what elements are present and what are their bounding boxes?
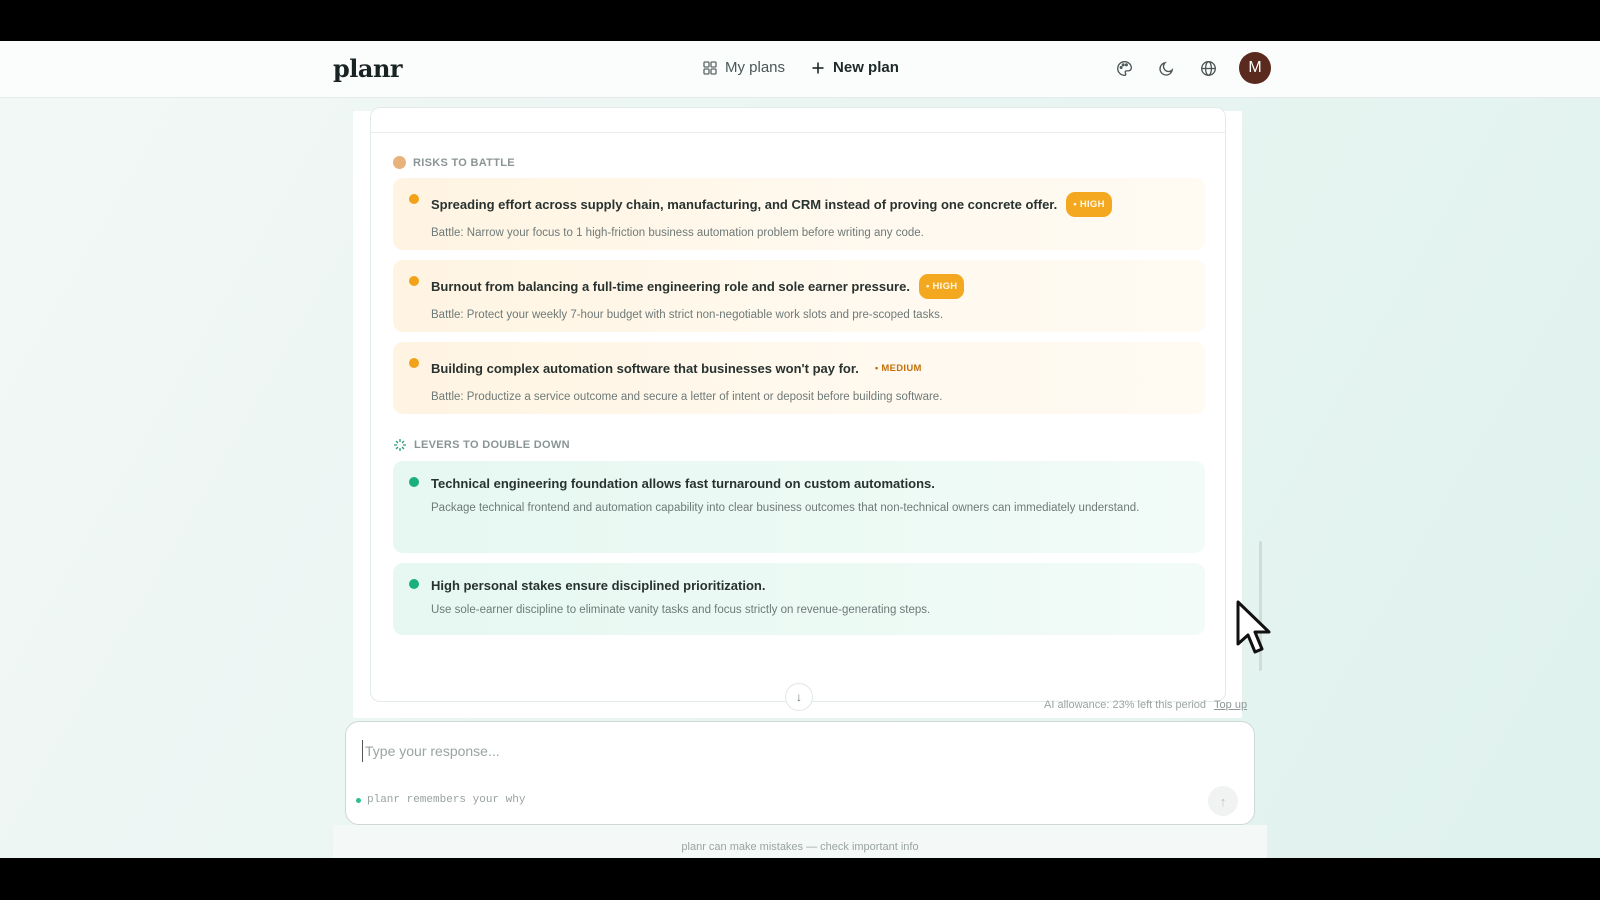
risk-section-icon — [393, 156, 406, 169]
allowance-text: AI allowance: 23% left this period — [1044, 699, 1207, 711]
levers-section-label: LEVERS TO DOUBLE DOWN — [393, 438, 570, 452]
composer-note-text: planr remembers your why — [367, 794, 526, 806]
risk-title-row: Building complex automation software tha… — [431, 356, 1189, 381]
scroll-down-button[interactable]: ↓ — [785, 683, 813, 711]
severity-badge: • HIGH — [1066, 192, 1112, 217]
top-up-link[interactable]: Top up — [1214, 699, 1247, 711]
risk-item: Building complex automation software tha… — [393, 342, 1205, 414]
app-window: planr My plans New plan M RISKS TO BATTL… — [0, 41, 1600, 858]
header-actions: M — [1111, 52, 1271, 84]
plus-icon — [812, 62, 824, 73]
theme-palette-button[interactable] — [1111, 55, 1137, 81]
risk-item: Spreading effort across supply chain, ma… — [393, 178, 1205, 250]
risk-desc: Battle: Protect your weekly 7-hour budge… — [431, 309, 944, 321]
moon-icon — [1158, 61, 1173, 76]
app-logo[interactable]: planr — [333, 54, 403, 83]
plan-card: RISKS TO BATTLE Spreading effort across … — [370, 107, 1226, 711]
lever-bullet — [409, 579, 419, 589]
arrow-down-icon: ↓ — [796, 690, 802, 704]
lever-title-row: Technical engineering foundation allows … — [431, 475, 1189, 492]
globe-icon — [1200, 60, 1216, 76]
lever-bullet — [409, 477, 419, 487]
ai-allowance: AI allowance: 23% left this period Top up — [1044, 699, 1247, 711]
risk-title: Building complex automation software tha… — [431, 361, 859, 376]
grid-icon — [703, 60, 717, 75]
arrow-up-icon: ↑ — [1219, 793, 1227, 809]
risks-label-text: RISKS TO BATTLE — [413, 156, 515, 169]
severity-badge: • MEDIUM — [874, 363, 922, 374]
language-button[interactable] — [1195, 55, 1221, 81]
lever-desc: Use sole-earner discipline to eliminate … — [431, 604, 931, 616]
lever-item: High personal stakes ensure disciplined … — [393, 563, 1205, 635]
divider — [371, 132, 1225, 133]
dark-mode-button[interactable] — [1153, 55, 1179, 81]
lever-item: Technical engineering foundation allows … — [393, 461, 1205, 553]
lever-title-row: High personal stakes ensure disciplined … — [431, 577, 1189, 594]
composer-note: planr remembers your why — [356, 794, 525, 806]
risk-bullet — [409, 276, 419, 286]
send-button[interactable]: ↑ — [1208, 786, 1238, 816]
risk-bullet — [409, 194, 419, 204]
risk-title-row: Burnout from balancing a full-time engin… — [431, 274, 1189, 299]
lever-title: Technical engineering foundation allows … — [431, 476, 935, 491]
response-input[interactable] — [362, 740, 1182, 762]
risk-title: Spreading effort across supply chain, ma… — [431, 197, 1058, 212]
lever-desc: Package technical frontend and automatio… — [431, 502, 1140, 514]
nav-my-plans-label: My plans — [725, 59, 786, 76]
risk-title: Burnout from balancing a full-time engin… — [431, 279, 910, 294]
composer: planr remembers your why ↑ — [345, 721, 1255, 825]
risks-section-label: RISKS TO BATTLE — [393, 156, 515, 169]
levers-label-text: LEVERS TO DOUBLE DOWN — [414, 439, 570, 451]
mouse-cursor-icon — [1236, 600, 1271, 654]
nav-new-plan-label: New plan — [833, 59, 899, 76]
palette-icon — [1116, 60, 1132, 76]
main-nav: My plans New plan — [703, 59, 899, 76]
severity-badge: • HIGH — [918, 274, 965, 299]
sparkle-icon — [394, 439, 406, 451]
lever-title: High personal stakes ensure disciplined … — [431, 578, 766, 593]
status-dot — [356, 797, 361, 803]
nav-my-plans[interactable]: My plans — [703, 59, 785, 76]
user-avatar[interactable]: M — [1239, 52, 1271, 84]
risk-bullet — [409, 358, 419, 368]
risk-desc: Battle: Narrow your focus to 1 high-fric… — [431, 227, 924, 239]
disclaimer: planr can make mistakes — check importan… — [681, 841, 919, 853]
risk-desc: Battle: Productize a service outcome and… — [431, 391, 943, 403]
risk-item: Burnout from balancing a full-time engin… — [393, 260, 1205, 332]
top-header: planr My plans New plan M — [0, 41, 1600, 98]
risk-title-row: Spreading effort across supply chain, ma… — [431, 192, 1189, 217]
nav-new-plan[interactable]: New plan — [811, 59, 899, 76]
plan-panel: RISKS TO BATTLE Spreading effort across … — [353, 107, 1242, 718]
